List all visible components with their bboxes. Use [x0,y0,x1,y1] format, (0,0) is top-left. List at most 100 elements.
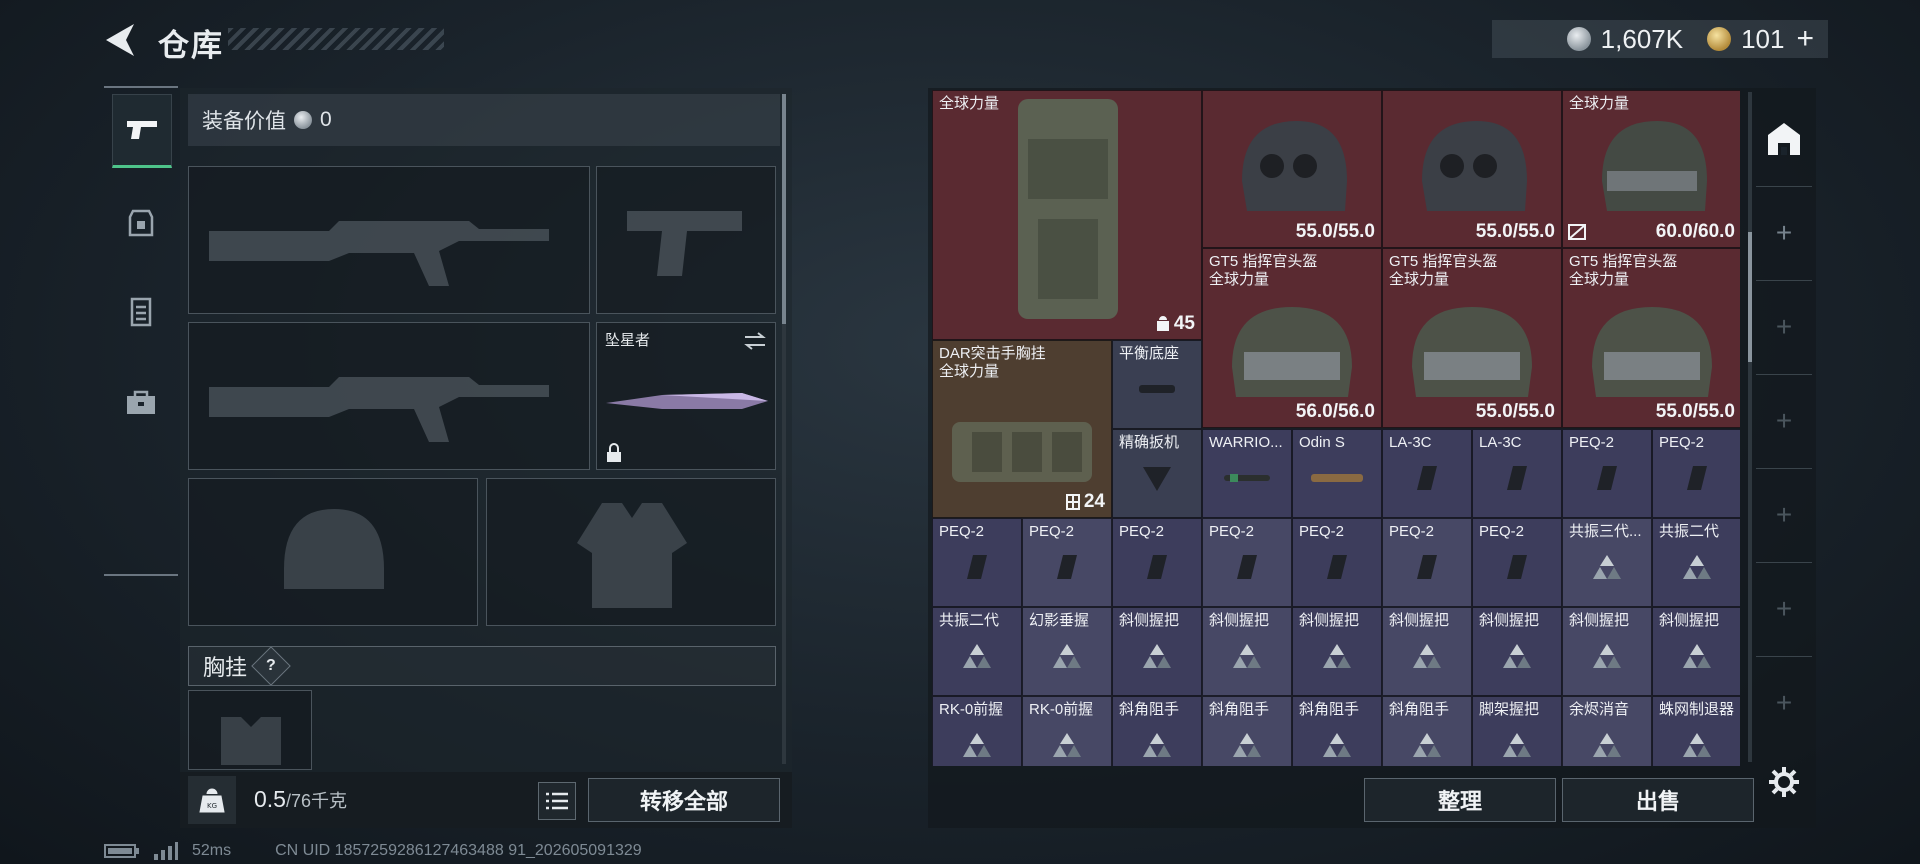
item-backpack[interactable]: 全球力量 45 [932,90,1202,340]
storage-item[interactable]: RK-0前握 [1022,696,1112,766]
add-storage-tab[interactable]: + [1756,562,1812,657]
help-icon[interactable]: ? [251,646,291,686]
add-storage-tab[interactable]: + [1756,280,1812,375]
storage-item[interactable]: 斜侧握把 [1292,607,1382,696]
storage-tab-main[interactable] [1756,92,1812,187]
rail-item-case[interactable] [112,368,170,438]
laser-image [1147,554,1167,579]
storage-item[interactable]: PEQ-2 [1472,518,1562,607]
sidearm-slot[interactable] [596,166,776,314]
storage-item[interactable]: PEQ-2 [1382,518,1472,607]
add-storage-tab[interactable]: + [1756,374,1812,469]
item-gt5-helmet[interactable]: GT5 指挥官头盔 全球力量 56.0/56.0 [1202,248,1382,428]
storage-item[interactable]: 蛛网制退器 [1652,696,1740,766]
unknown-item-triangle-icon [1593,554,1621,579]
swap-icon[interactable] [743,331,767,351]
storage-item[interactable]: PEQ-2 [1202,518,1292,607]
status-bar: 52ms CN UID 1857259286127463488 91_20260… [104,842,642,860]
unknown-item-triangle-icon [1323,732,1351,757]
storage-item[interactable]: PEQ-2 [1112,518,1202,607]
weight-readout: 0.5/76千克 [254,786,347,813]
unknown-item-triangle-icon [1053,643,1081,668]
storage-item[interactable]: 斜角阻手 [1292,696,1382,766]
item-helmet[interactable]: 全球力量 60.0/60.0 [1562,90,1740,248]
helmet-slot[interactable] [188,478,478,626]
item-la-3c[interactable]: LA-3C [1382,429,1472,518]
sort-button[interactable]: 整理 [1364,778,1556,822]
storage-item[interactable]: PEQ-2 [1022,518,1112,607]
storage-item[interactable]: RK-0前握 [932,696,1022,766]
equipment-value: 0 [320,108,332,131]
list-view-button[interactable] [538,782,576,820]
item-dar-chest-rig[interactable]: DAR突击手胸挂 全球力量 24 [932,340,1112,518]
item-count: 45 [1156,313,1195,335]
storage-item[interactable]: 斜角阻手 [1382,696,1472,766]
helmet-image [1592,307,1712,398]
add-storage-tab[interactable]: + [1756,186,1812,281]
helmet-image [1242,120,1347,211]
item-gt5-helmet[interactable]: GT5 指挥官头盔 全球力量 55.0/55.0 [1382,248,1562,428]
add-currency-button[interactable]: + [1796,22,1814,56]
storage-item[interactable]: 共振二代 [932,607,1022,696]
add-storage-tab[interactable]: + [1756,656,1812,750]
add-storage-tab[interactable]: + [1756,468,1812,563]
storage-item[interactable]: 斜侧握把 [1652,607,1740,696]
back-button[interactable] [100,18,140,62]
storage-item[interactable]: 斜侧握把 [1202,607,1292,696]
settings-button[interactable] [1764,762,1804,802]
svg-text:KG: KG [207,802,217,810]
unknown-item-triangle-icon [1683,643,1711,668]
storage-item[interactable]: 斜角阻手 [1112,696,1202,766]
item-count: 24 [1065,491,1105,513]
primary-weapon-slot[interactable] [188,166,590,314]
storage-item[interactable]: 脚架握把 [1472,696,1562,766]
armor-slot[interactable] [486,478,776,626]
sell-button[interactable]: 出售 [1562,778,1754,822]
rail-item-backpack[interactable] [112,186,170,256]
unknown-item-triangle-icon [1413,732,1441,757]
chest-rig-title: 胸挂 [203,655,248,680]
equipment-scrollbar[interactable] [782,94,786,764]
storage-item[interactable]: PEQ-2 [932,518,1022,607]
storage-item[interactable]: 斜侧握把 [1472,607,1562,696]
pistol-icon [127,121,157,139]
storage-item[interactable]: 斜侧握把 [1382,607,1472,696]
storage-item[interactable]: 幻影垂握 [1022,607,1112,696]
durability: 55.0/55.0 [1475,401,1555,422]
rail-item-weapons[interactable] [112,94,172,168]
item-name: PEQ-2 [1389,523,1435,540]
storage-scrollbar[interactable] [1748,92,1752,762]
item-warrior[interactable]: WARRIO... [1202,429,1292,518]
storage-item[interactable]: 斜侧握把 [1112,607,1202,696]
chest-rig-slot[interactable] [188,690,312,770]
storage-item[interactable]: 斜侧握把 [1562,607,1652,696]
storage-item[interactable]: 斜角阻手 [1202,696,1292,766]
item-helmet-nvg[interactable]: 55.0/55.0 [1382,90,1562,248]
slots-icon [1065,494,1080,510]
storage-item[interactable]: 共振二代 [1652,518,1740,607]
item-name: PEQ-2 [939,523,985,540]
storage-item[interactable]: PEQ-2 [1292,518,1382,607]
item-balance-base[interactable]: 平衡底座 [1112,340,1202,429]
item-name: PEQ-2 [1119,523,1165,540]
item-peq-2[interactable]: PEQ-2 [1652,429,1740,518]
item-peq-2[interactable]: PEQ-2 [1562,429,1652,518]
equipment-value-label: 装备价值 [202,110,286,133]
storage-item[interactable]: 共振三代... [1562,518,1652,607]
item-name: GT5 指挥官头盔 全球力量 [1389,253,1498,288]
page-title: 仓库 [158,28,224,63]
secondary-weapon-slot[interactable] [188,322,590,470]
storage-item[interactable]: 余烬消音 [1562,696,1652,766]
item-odin-s[interactable]: Odin S [1292,429,1382,518]
item-la-3c[interactable]: LA-3C [1472,429,1562,518]
melee-slot[interactable]: 坠星者 [596,322,776,470]
item-name: 共振二代 [939,612,1000,629]
item-gt5-helmet[interactable]: GT5 指挥官头盔 全球力量 55.0/55.0 [1562,248,1740,428]
rail-item-armor[interactable] [112,276,170,346]
item-helmet-nvg[interactable]: 55.0/55.0 [1202,90,1382,248]
item-precision-trigger[interactable]: 精确扳机 [1112,429,1202,518]
durability: 55.0/55.0 [1475,221,1555,242]
silver-coin-icon [1566,27,1591,51]
unknown-item-triangle-icon [1143,643,1171,668]
transfer-all-button[interactable]: 转移全部 [588,778,780,822]
